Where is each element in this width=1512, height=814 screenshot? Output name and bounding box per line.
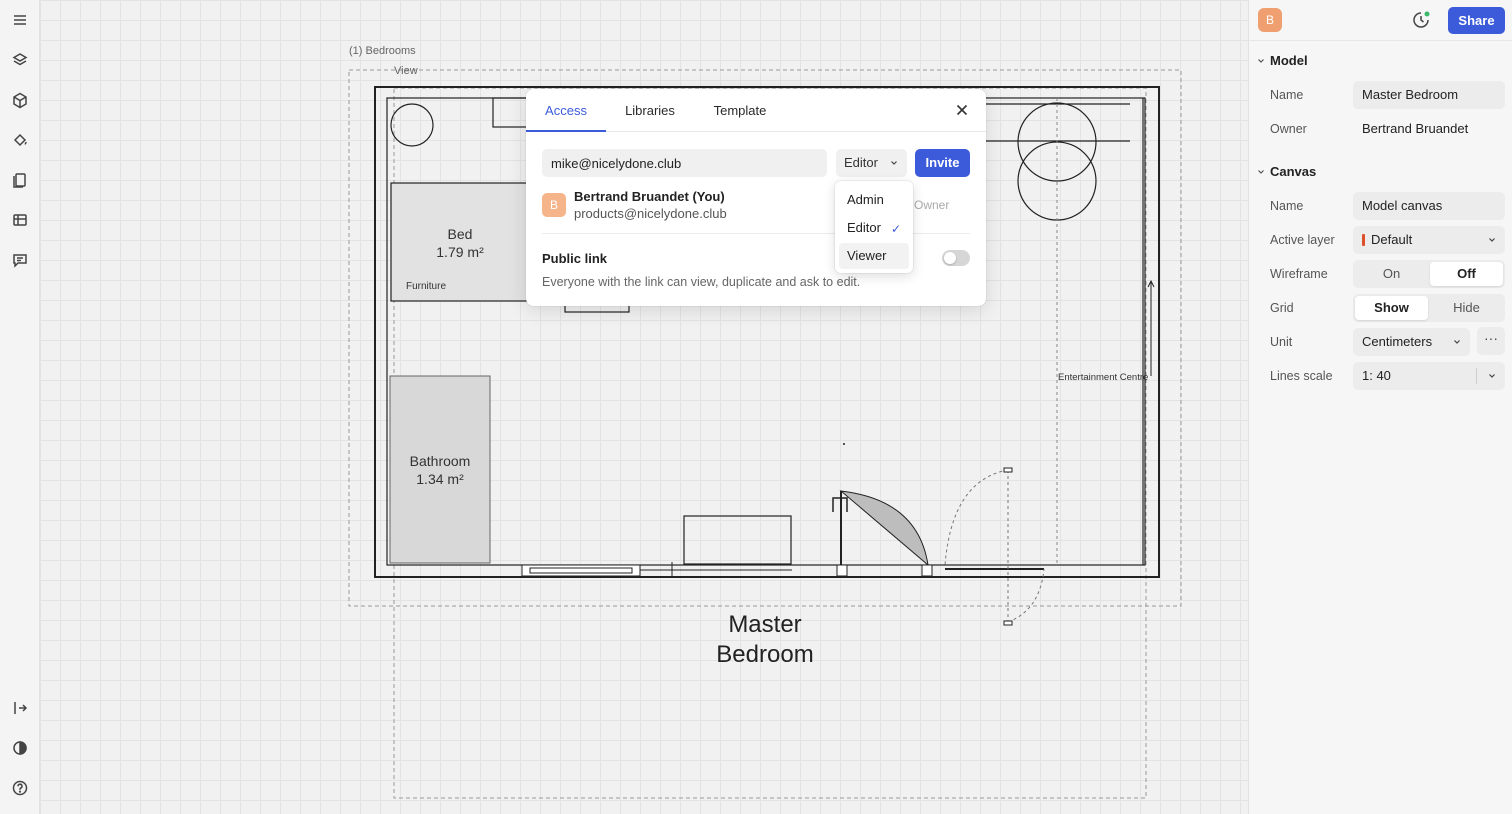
table-icon[interactable]	[8, 208, 32, 232]
public-link-toggle[interactable]	[942, 250, 970, 266]
dialog-tabs: Access Libraries Template	[526, 89, 986, 132]
view-label: View	[394, 65, 418, 77]
lines-scale-label: Lines scale	[1270, 369, 1333, 383]
layer-color-marker	[1362, 234, 1365, 246]
canvas-name-field[interactable]: Model canvas	[1353, 192, 1505, 220]
chevron-down-icon	[891, 161, 897, 165]
member-email: products@nicelydone.club	[574, 206, 727, 221]
chevron-down-icon[interactable]	[1488, 372, 1496, 380]
bathroom-name: Bathroom	[409, 453, 471, 469]
pages-icon[interactable]	[8, 168, 32, 192]
entertainment-label: Entertainment Centre	[1058, 372, 1149, 383]
tab-libraries[interactable]: Libraries	[610, 89, 690, 132]
properties-panel: B Share Model Name Master Bedroom Owner …	[1248, 0, 1512, 814]
cube-icon[interactable]	[8, 88, 32, 112]
tab-access[interactable]: Access	[526, 89, 606, 132]
menu-item-label: Editor	[847, 220, 881, 235]
avatar: B	[542, 193, 566, 217]
history-icon[interactable]	[1411, 10, 1431, 30]
furniture-label: Furniture	[406, 281, 447, 292]
room-title-line1: Master	[728, 611, 802, 638]
email-input[interactable]	[542, 149, 827, 177]
share-dialog: Access Libraries Template Editor Invite …	[526, 89, 986, 306]
lines-scale-value: 1: 40	[1362, 368, 1391, 383]
lines-scale-field[interactable]: 1: 40	[1353, 362, 1505, 390]
check-icon: ✓	[890, 222, 901, 236]
public-link-title: Public link	[542, 251, 608, 266]
bed-area: 1.79 m²	[436, 244, 484, 260]
chevron-down-icon	[1454, 340, 1460, 344]
model-name-label: Name	[1270, 88, 1304, 102]
comment-icon[interactable]	[8, 248, 32, 272]
share-button[interactable]: Share	[1448, 7, 1505, 34]
member-role: Owner	[914, 198, 950, 212]
wireframe-label: Wireframe	[1270, 267, 1328, 281]
menu-icon[interactable]	[8, 8, 32, 32]
invite-button[interactable]: Invite	[915, 149, 970, 177]
unit-select[interactable]: Centimeters	[1353, 328, 1470, 356]
more-icon[interactable]: ···	[1477, 327, 1505, 355]
role-select-value: Editor	[844, 155, 878, 170]
role-select[interactable]: Editor	[836, 149, 907, 177]
public-link-description: Everyone with the link can view, duplica…	[542, 275, 861, 289]
chevron-down-icon[interactable]	[1257, 57, 1265, 65]
role-menu: Admin Editor ✓ Viewer	[835, 181, 913, 273]
active-layer-select[interactable]: Default	[1353, 226, 1505, 254]
active-layer-value: Default	[1371, 232, 1413, 247]
model-name-field[interactable]: Master Bedroom	[1353, 81, 1505, 109]
field-separator	[1476, 368, 1477, 384]
menu-item-admin[interactable]: Admin	[839, 187, 909, 213]
bathroom-label: Bathroom 1.34 m²	[400, 452, 480, 488]
room-title: Master Bedroom	[700, 610, 830, 670]
avatar[interactable]: B	[1258, 8, 1282, 32]
canvas-name-label: Name	[1270, 199, 1304, 213]
unit-value: Centimeters	[1362, 334, 1433, 349]
tab-template[interactable]: Template	[700, 89, 780, 132]
collapse-icon[interactable]	[8, 696, 32, 720]
menu-item-editor[interactable]: Editor ✓	[839, 215, 909, 241]
owner-label: Owner	[1270, 122, 1307, 136]
owner-value: Bertrand Bruandet	[1362, 121, 1469, 136]
grid-show-option[interactable]: Show	[1355, 296, 1428, 320]
wireframe-off-option[interactable]: Off	[1430, 262, 1503, 286]
grid-hide-option[interactable]: Hide	[1430, 296, 1503, 320]
layers-icon[interactable]	[8, 48, 32, 72]
bed-name: Bed	[447, 226, 473, 242]
contrast-icon[interactable]	[8, 736, 32, 760]
chevron-down-icon	[1489, 238, 1495, 242]
section-title-canvas[interactable]: Canvas	[1270, 164, 1316, 179]
bathroom-area: 1.34 m²	[416, 471, 464, 487]
unit-label: Unit	[1270, 335, 1293, 349]
wireframe-on-option[interactable]: On	[1355, 262, 1428, 286]
active-layer-label: Active layer	[1270, 233, 1335, 247]
menu-item-label: Viewer	[847, 248, 887, 263]
sheet-label: (1) Bedrooms	[349, 45, 416, 57]
menu-item-label: Admin	[847, 192, 884, 207]
chevron-down-icon[interactable]	[1257, 168, 1265, 176]
menu-item-viewer[interactable]: Viewer	[839, 243, 909, 269]
help-icon[interactable]	[8, 776, 32, 800]
section-title-model[interactable]: Model	[1270, 53, 1308, 68]
room-title-line2: Bedroom	[716, 641, 814, 668]
member-name: Bertrand Bruandet (You)	[574, 189, 725, 204]
close-icon[interactable]	[954, 102, 970, 118]
paint-bucket-icon[interactable]	[8, 128, 32, 152]
bed-label: Bed 1.79 m²	[435, 225, 485, 261]
panel-header: B Share	[1249, 0, 1512, 41]
wireframe-toggle: On Off	[1353, 260, 1505, 288]
grid-label: Grid	[1270, 301, 1294, 315]
left-toolbar	[0, 0, 40, 814]
grid-toggle: Show Hide	[1353, 294, 1505, 322]
